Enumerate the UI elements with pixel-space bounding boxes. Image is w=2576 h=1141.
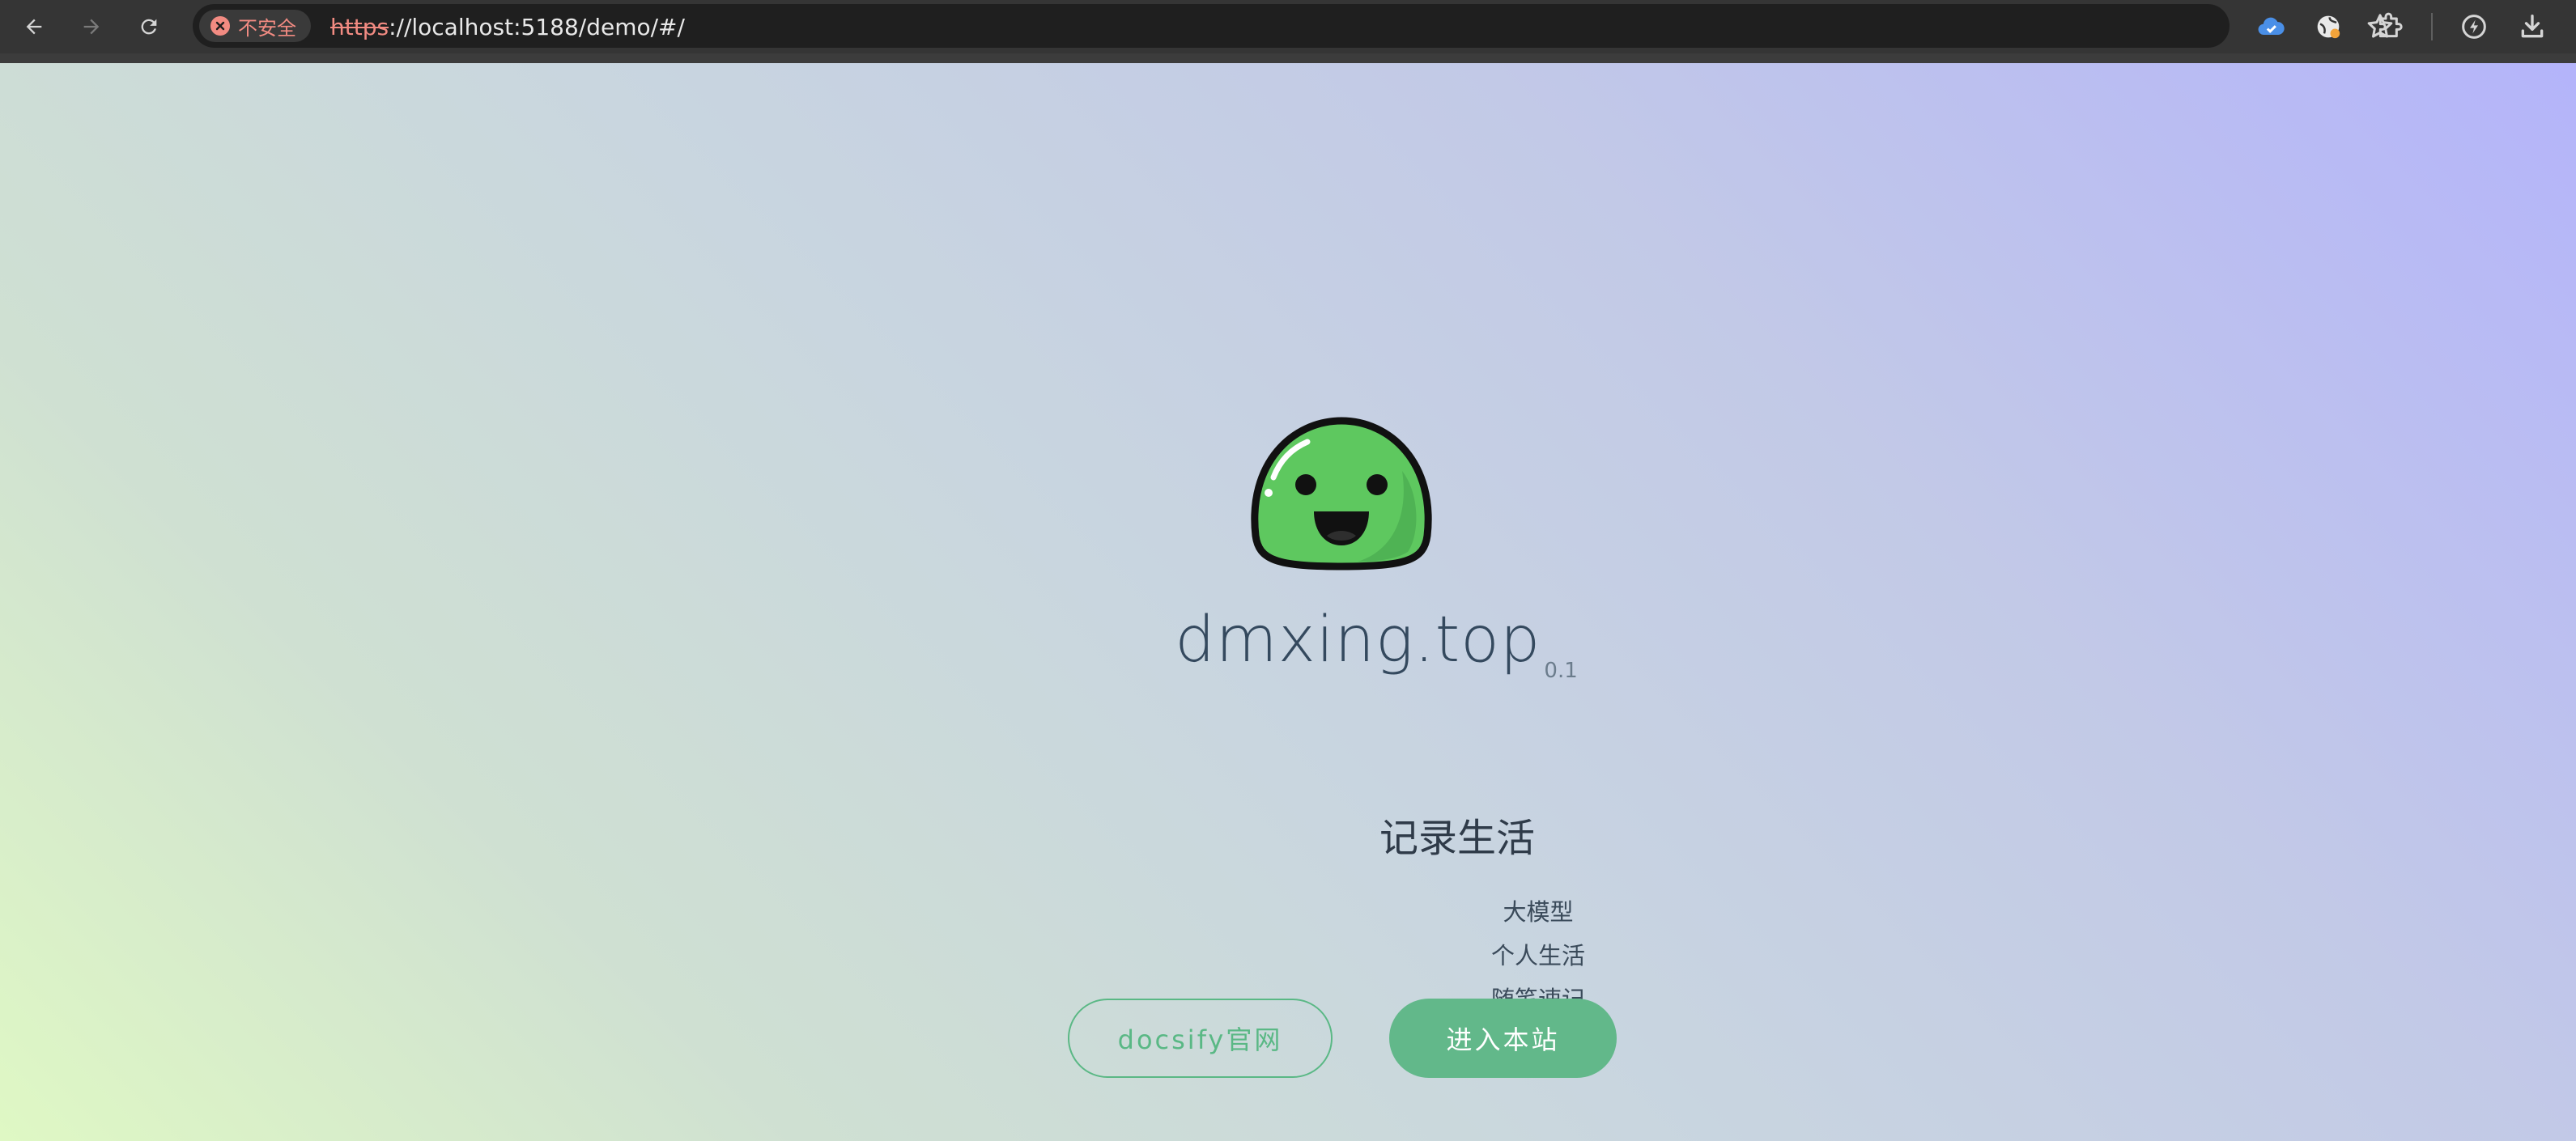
puzzle-icon [2378, 12, 2403, 38]
extensions-button[interactable] [2374, 11, 2406, 43]
address-bar[interactable]: 不安全 https://localhost:5188/demo/#/ [193, 4, 2393, 48]
page-viewport: dmxing.top0.1 记录生活 大模型 个人生活 随笔速记 docsify… [0, 63, 2576, 1141]
version-label: 0.1 [1544, 659, 1578, 683]
cloud-extension-button[interactable] [2255, 11, 2287, 43]
feature-item: 个人生活 [1490, 942, 1585, 969]
globe-extension-button[interactable] [2312, 11, 2344, 43]
url-path: ://localhost:5188/demo/#/ [389, 14, 685, 40]
toolbar-divider [2431, 13, 2433, 40]
performance-button[interactable] [2458, 11, 2490, 43]
reload-button[interactable] [131, 9, 167, 45]
feature-item: 大模型 [1503, 898, 1574, 926]
cloud-extension-icon [2258, 17, 2285, 36]
url-text[interactable]: https://localhost:5188/demo/#/ [330, 14, 685, 40]
browser-toolbar: 不安全 https://localhost:5188/demo/#/ [0, 0, 2576, 63]
tagline: 记录生活 [1379, 816, 1535, 861]
globe-extension-icon [2317, 15, 2340, 39]
arrow-right-icon [83, 19, 100, 35]
security-label: 不安全 [238, 16, 296, 40]
slime-logo-icon [1251, 417, 1432, 570]
downloads-button[interactable] [2516, 11, 2548, 43]
download-icon [2521, 15, 2544, 38]
site-title: dmxing.top [1175, 604, 1541, 677]
security-chip[interactable]: 不安全 [199, 10, 311, 42]
forward-button[interactable] [74, 9, 109, 45]
url-scheme: https [330, 14, 389, 40]
back-button[interactable] [16, 9, 52, 45]
arrow-left-icon [26, 19, 42, 35]
warning-circle-icon [210, 16, 230, 36]
cover-page: dmxing.top0.1 记录生活 大模型 个人生活 随笔速记 docsify… [0, 63, 2576, 1141]
docsify-site-button[interactable]: docsify官网 [1068, 999, 1333, 1078]
reload-icon [141, 19, 157, 35]
site-title-block: dmxing.top 0.1 [971, 604, 1781, 683]
enter-site-button[interactable]: 进入本站 [1389, 999, 1617, 1078]
bolt-icon [2462, 15, 2486, 39]
